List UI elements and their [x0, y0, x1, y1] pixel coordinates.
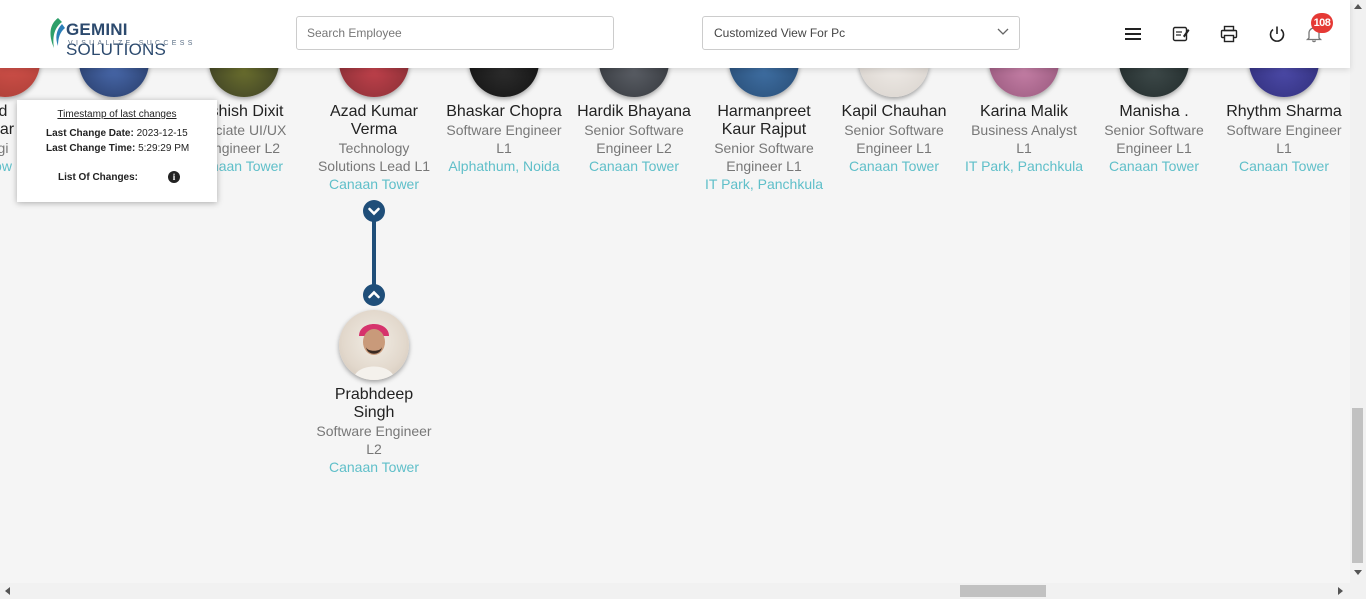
- menu-icon[interactable]: [1124, 25, 1142, 43]
- view-select[interactable]: Customized View For Pc: [702, 16, 1020, 50]
- employee-card[interactable]: Hardik Bhayana Senior Software Engineer …: [569, 103, 699, 175]
- employee-name: Verma: [350, 121, 398, 138]
- employee-name: Rhythm Sharma: [1226, 103, 1342, 120]
- employee-name: Prabhdeep: [334, 386, 414, 403]
- employee-designation: Engineer L1: [856, 140, 932, 156]
- employee-card[interactable]: Bhaskar Chopra Software Engineer L1 Alph…: [439, 103, 569, 175]
- horizontal-scrollbar-thumb[interactable]: [960, 585, 1046, 597]
- top-header: GEMINI SOLUTIONS VISUALIZE SUCCESS Custo…: [0, 0, 1350, 68]
- avatar[interactable]: [339, 310, 409, 380]
- chevron-up-icon: [368, 290, 380, 299]
- employee-name: Singh: [353, 404, 395, 421]
- info-icon[interactable]: i: [168, 171, 180, 183]
- employee-designation: Solutions Lead L1: [317, 158, 431, 174]
- scroll-down-arrow-icon[interactable]: [1354, 570, 1362, 575]
- employee-designation: Engineer L2: [596, 140, 672, 156]
- employee-location: IT Park, Panchkula: [704, 176, 824, 192]
- employee-location: Canaan Tower: [848, 158, 940, 174]
- employee-name: Azad Kumar: [329, 103, 419, 120]
- employee-location: IT Park, Panchkula: [964, 158, 1084, 174]
- employee-designation: Senior Software: [584, 122, 684, 138]
- employee-location: Canaan Tower: [328, 176, 420, 192]
- employee-card[interactable]: Azad Kumar Verma Technology Solutions Le…: [309, 103, 439, 193]
- employee-location: Canaan Tower: [328, 459, 420, 475]
- logo-leaf-icon: [50, 18, 65, 48]
- vertical-scrollbar-thumb[interactable]: [1352, 408, 1363, 563]
- employee-designation: Senior Software: [844, 122, 944, 138]
- employee-card[interactable]: Rhythm Sharma Software Engineer L1 Canaa…: [1219, 103, 1349, 175]
- employee-name: Bhaskar Chopra: [446, 103, 562, 120]
- employee-designation: L1: [1016, 140, 1032, 156]
- notes-icon[interactable]: [1172, 25, 1190, 43]
- employee-designation: Engineer L1: [726, 158, 802, 174]
- employee-designation: L2: [366, 441, 382, 457]
- employee-designation: Senior Software: [1104, 122, 1204, 138]
- print-icon[interactable]: [1220, 25, 1238, 43]
- employee-name: Karina Malik: [979, 103, 1069, 120]
- employee-card[interactable]: Karina Malik Business Analyst L1 IT Park…: [959, 103, 1089, 175]
- scroll-right-arrow-icon[interactable]: [1338, 587, 1343, 595]
- gemini-logo[interactable]: GEMINI SOLUTIONS VISUALIZE SUCCESS: [46, 16, 216, 59]
- search-employee-input[interactable]: [296, 16, 614, 50]
- expand-up-toggle[interactable]: [363, 284, 385, 306]
- employee-location: Alphathum, Noida: [448, 158, 560, 174]
- chevron-down-icon: [368, 207, 380, 216]
- scroll-up-arrow-icon[interactable]: [1354, 4, 1362, 9]
- employee-location: Canaan Tower: [1238, 158, 1330, 174]
- employee-designation: L1: [1276, 140, 1292, 156]
- employee-designation: Senior Software: [714, 140, 814, 156]
- scroll-left-arrow-icon[interactable]: [5, 587, 10, 595]
- avatar-portrait: [353, 324, 395, 380]
- employee-card[interactable]: Kapil Chauhan Senior Software Engineer L…: [829, 103, 959, 175]
- notification-count-badge[interactable]: 108: [1311, 13, 1333, 33]
- employee-designation: Software Engineer: [446, 122, 562, 138]
- employee-name: Harmanpreet: [717, 103, 811, 120]
- employee-location: Canaan Tower: [588, 158, 680, 174]
- employee-designation: Technology: [338, 140, 410, 156]
- power-icon[interactable]: [1268, 25, 1286, 43]
- employee-designation: L1: [496, 140, 512, 156]
- view-select-value: Customized View For Pc: [714, 26, 846, 40]
- list-of-changes-label: List Of Changes:: [58, 172, 139, 183]
- last-change-time: Last Change Time: 5:29:29 PM: [46, 143, 190, 154]
- employee-designation: Business Analyst: [971, 122, 1077, 138]
- logo-tagline: VISUALIZE SUCCESS: [68, 40, 196, 47]
- employee-designation: Engineer L1: [1116, 140, 1192, 156]
- employee-designation: Software Engineer: [1226, 122, 1342, 138]
- employee-location: Canaan Tower: [1108, 158, 1200, 174]
- employee-designation: Software Engineer: [316, 423, 432, 439]
- collapse-toggle[interactable]: [363, 200, 385, 222]
- reporting-connector: [372, 216, 376, 290]
- employee-name: Hardik Bhayana: [577, 103, 691, 120]
- horizontal-scrollbar[interactable]: [0, 583, 1366, 599]
- employee-name: Kaur Rajput: [721, 121, 807, 138]
- last-changes-tooltip: Timestamp of last changes Last Change Da…: [17, 100, 217, 202]
- employee-card[interactable]: Manisha . Senior Software Engineer L1 Ca…: [1089, 103, 1219, 175]
- last-change-date: Last Change Date: 2023-12-15: [46, 128, 188, 139]
- employee-name: Manisha .: [1119, 103, 1189, 120]
- tooltip-title: Timestamp of last changes: [57, 109, 177, 120]
- employee-card[interactable]: Prabhdeep Singh Software Engineer L2 Can…: [309, 386, 439, 476]
- employee-card[interactable]: Harmanpreet Kaur Rajput Senior Software …: [699, 103, 829, 193]
- chevron-down-icon: [997, 28, 1009, 35]
- employee-name: Kapil Chauhan: [841, 103, 947, 120]
